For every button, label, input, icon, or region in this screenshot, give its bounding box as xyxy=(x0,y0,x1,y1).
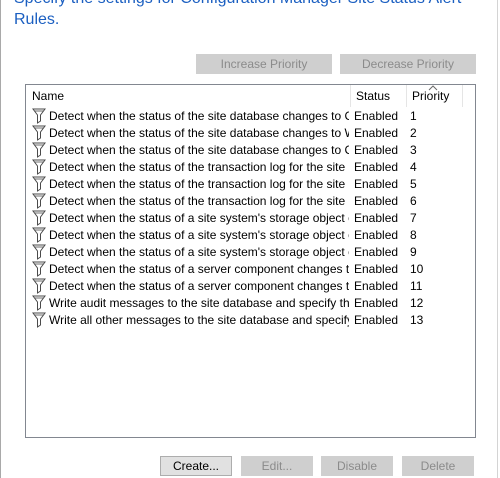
rule-name: Detect when the status of the transactio… xyxy=(49,177,349,191)
rule-funnel-icon xyxy=(32,312,48,329)
rule-status: Enabled xyxy=(354,262,399,276)
rule-status: Enabled xyxy=(354,194,399,208)
rule-funnel-icon xyxy=(32,278,48,295)
rule-status: Enabled xyxy=(354,126,399,140)
rule-priority: 12 xyxy=(410,296,424,310)
list-item[interactable]: Detect when the status of a site system'… xyxy=(27,244,474,261)
rule-funnel-icon xyxy=(32,142,48,159)
rule-funnel-icon xyxy=(32,193,48,210)
column-header-name[interactable]: Name xyxy=(26,85,350,107)
column-header-status[interactable]: Status xyxy=(350,85,406,107)
rule-name: Detect when the status of a site system'… xyxy=(49,211,349,225)
list-item[interactable]: Detect when the status of the transactio… xyxy=(27,159,474,176)
page-heading: Specify the settings for Configuration M… xyxy=(14,0,494,30)
rule-funnel-icon xyxy=(32,210,48,227)
rule-status: Enabled xyxy=(354,177,399,191)
list-item[interactable]: Write audit messages to the site databas… xyxy=(27,295,474,312)
rule-priority: 5 xyxy=(410,177,417,191)
list-item[interactable]: Write all other messages to the site dat… xyxy=(27,312,474,329)
rule-name: Detect when the status of a server compo… xyxy=(49,262,349,276)
list-item[interactable]: Detect when the status of the transactio… xyxy=(27,193,474,210)
rule-status: Enabled xyxy=(354,211,399,225)
rule-status: Enabled xyxy=(354,160,399,174)
rule-status: Enabled xyxy=(354,296,399,310)
heading-line-1: Specify the settings for Configuration M… xyxy=(14,0,494,9)
delete-button[interactable]: Delete xyxy=(402,456,474,476)
rule-funnel-icon xyxy=(32,295,48,312)
rule-status: Enabled xyxy=(354,228,399,242)
rule-status: Enabled xyxy=(354,109,399,123)
rule-funnel-icon xyxy=(32,227,48,244)
column-divider[interactable] xyxy=(462,85,463,107)
rule-name: Write audit messages to the site databas… xyxy=(49,296,349,310)
list-item[interactable]: Detect when the status of a site system'… xyxy=(27,227,474,244)
rule-priority: 2 xyxy=(410,126,417,140)
rule-status: Enabled xyxy=(354,279,399,293)
rule-priority: 6 xyxy=(410,194,417,208)
rule-status: Enabled xyxy=(354,313,399,327)
rule-name: Detect when the status of the site datab… xyxy=(49,109,349,123)
rule-priority: 1 xyxy=(410,109,417,123)
rule-funnel-icon xyxy=(32,125,48,142)
list-item[interactable]: Detect when the status of a server compo… xyxy=(27,278,474,295)
list-item[interactable]: Detect when the status of the site datab… xyxy=(27,142,474,159)
rule-funnel-icon xyxy=(32,261,48,278)
rule-funnel-icon xyxy=(32,176,48,193)
rule-priority: 9 xyxy=(410,245,417,259)
rule-name: Write all other messages to the site dat… xyxy=(49,313,349,327)
disable-button[interactable]: Disable xyxy=(321,456,393,476)
rule-name: Detect when the status of the site datab… xyxy=(49,143,349,157)
rule-name: Detect when the status of a site system'… xyxy=(49,228,349,242)
list-item[interactable]: Detect when the status of the site datab… xyxy=(27,108,474,125)
heading-line-2: Rules. xyxy=(14,11,60,28)
rule-priority: 8 xyxy=(410,228,417,242)
sort-ascending-icon xyxy=(428,85,438,91)
rule-name: Detect when the status of a site system'… xyxy=(49,245,349,259)
rule-priority: 10 xyxy=(410,262,424,276)
rule-funnel-icon xyxy=(32,159,48,176)
list-item[interactable]: Detect when the status of the transactio… xyxy=(27,176,474,193)
window-left-edge xyxy=(0,0,1,478)
rule-priority: 3 xyxy=(410,143,417,157)
rule-name: Detect when the status of the transactio… xyxy=(49,160,349,174)
rule-priority: 11 xyxy=(410,279,423,293)
increase-priority-button[interactable]: Increase Priority xyxy=(196,54,332,74)
create-button[interactable]: Create... xyxy=(160,456,232,476)
window-right-edge xyxy=(497,0,498,478)
rule-name: Detect when the status of a server compo… xyxy=(49,279,349,293)
rule-name: Detect when the status of the transactio… xyxy=(49,194,349,208)
rule-funnel-icon xyxy=(32,108,48,125)
rule-priority: 4 xyxy=(410,160,417,174)
rule-priority: 7 xyxy=(410,211,417,225)
list-item[interactable]: Detect when the status of a site system'… xyxy=(27,210,474,227)
rule-name: Detect when the status of the site datab… xyxy=(49,126,349,140)
rule-funnel-icon xyxy=(32,244,48,261)
rule-status: Enabled xyxy=(354,143,399,157)
rule-status: Enabled xyxy=(354,245,399,259)
rule-priority: 13 xyxy=(410,313,424,327)
list-header: Name Status Priority xyxy=(26,85,475,107)
list-item[interactable]: Detect when the status of the site datab… xyxy=(27,125,474,142)
rules-list[interactable]: Name Status Priority Detect when the sta… xyxy=(25,84,476,438)
list-item[interactable]: Detect when the status of a server compo… xyxy=(27,261,474,278)
decrease-priority-button[interactable]: Decrease Priority xyxy=(340,54,476,74)
edit-button[interactable]: Edit... xyxy=(241,456,313,476)
